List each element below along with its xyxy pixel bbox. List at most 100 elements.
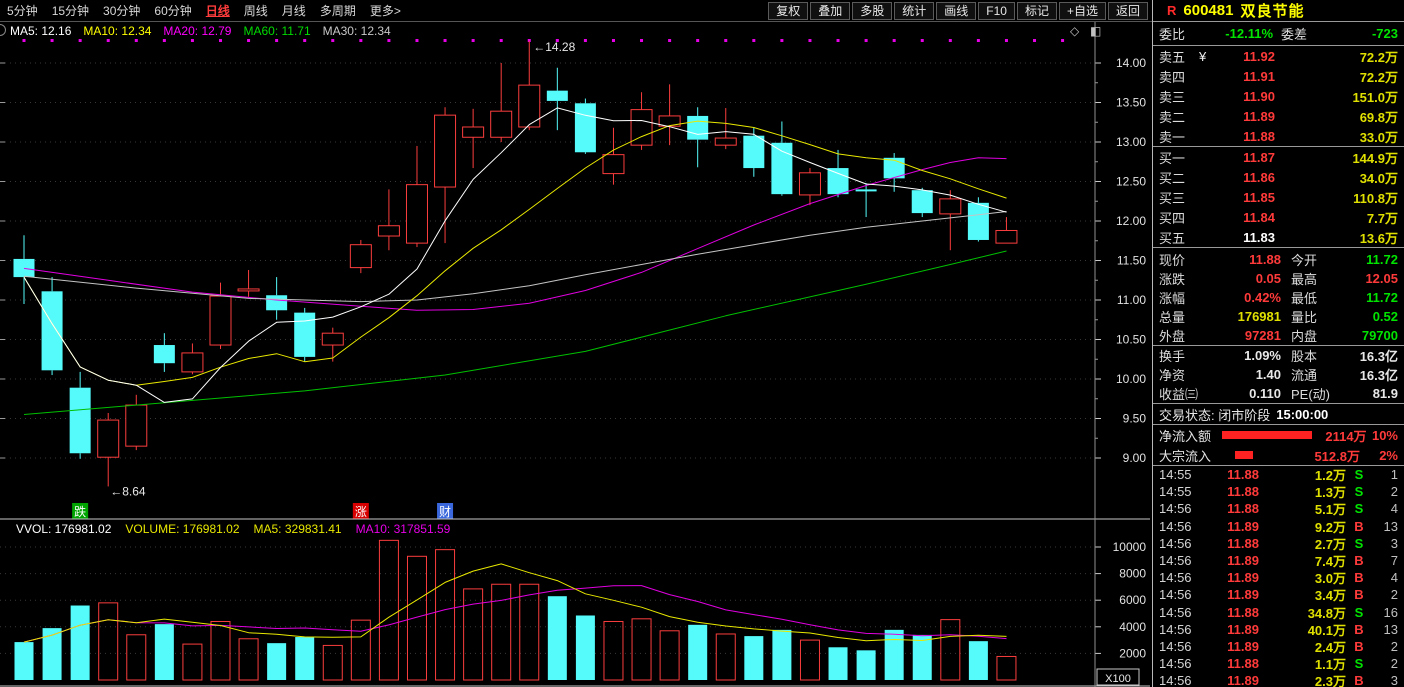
period-tab-2[interactable]: 15分钟 [45, 2, 96, 19]
quote-panel: R 600481 双良节能 委比 -12.11% 委差 -723 卖五¥11.9… [1152, 0, 1404, 687]
tick-list[interactable]: 14:5511.881.2万S114:5511.881.3万S214:5611.… [1153, 466, 1404, 687]
svg-text:财: 财 [439, 505, 451, 519]
info-row: 外盘97281内盘79700 [1153, 326, 1404, 345]
level-price: 11.89 [1211, 109, 1275, 124]
volume-indicator-row: VVOL: 176981.02VOLUME: 176981.02MA5: 329… [16, 522, 464, 535]
level-amount: 69.8万 [1275, 107, 1398, 126]
svg-text:11.50: 11.50 [1117, 254, 1146, 268]
flow-bar [1235, 451, 1253, 459]
tick-row: 14:5611.882.7万S3 [1153, 535, 1404, 552]
stock-name: 双良节能 [1240, 0, 1304, 21]
toolbar-button-3[interactable]: 多股 [852, 2, 892, 20]
stock-code: 600481 [1183, 2, 1233, 19]
svg-text:9.50: 9.50 [1123, 412, 1147, 426]
level-label: 买二 [1159, 168, 1199, 187]
svg-text:14.00: 14.00 [1116, 56, 1146, 70]
ask-row[interactable]: 卖一 11.8833.0万 [1153, 126, 1404, 146]
diamond-icon[interactable]: ◇ [1070, 24, 1079, 38]
tick-row: 14:5511.881.3万S2 [1153, 483, 1404, 500]
ask-row[interactable]: 卖四11.9172.2万 [1153, 66, 1404, 86]
level-amount: 72.2万 [1275, 47, 1398, 66]
tick-row: 14:5611.893.4万B2 [1153, 586, 1404, 603]
split-panel-icon[interactable]: ◧ [1090, 24, 1101, 38]
bid-row[interactable]: 买二11.8634.0万 [1153, 167, 1404, 187]
bid-row[interactable]: 买四11.847.7万 [1153, 207, 1404, 227]
indicator-value: MA30: 12.34 [323, 24, 391, 38]
level-price: 11.85 [1211, 190, 1275, 205]
period-tab-1[interactable]: 5分钟 [0, 2, 45, 19]
level-price: 11.88 [1211, 129, 1275, 144]
toolbar-button-4[interactable]: 统计 [894, 2, 934, 20]
status-label: 交易状态: 闭市阶段 [1159, 405, 1270, 424]
level-price: 11.84 [1211, 210, 1275, 225]
level-amount: 72.2万 [1275, 67, 1398, 86]
level-label: 卖五 [1159, 47, 1199, 66]
tick-row: 14:5611.899.2万B13 [1153, 518, 1404, 535]
bid-row[interactable]: 买一11.87144.9万 [1153, 147, 1404, 167]
svg-text:8000: 8000 [1119, 567, 1146, 581]
ask-row[interactable]: 卖三11.90151.0万 [1153, 86, 1404, 106]
status-time: 15:00:00 [1276, 407, 1328, 422]
info-row: 涨跌0.05最高12.05 [1153, 269, 1404, 288]
level-price: 11.87 [1211, 150, 1275, 165]
info-row: 涨幅0.42%最低11.72 [1153, 288, 1404, 307]
tick-row: 14:5611.897.4万B7 [1153, 552, 1404, 569]
period-tab-7[interactable]: 月线 [275, 2, 313, 19]
svg-text:10.50: 10.50 [1116, 333, 1146, 347]
tick-row: 14:5611.8834.8万S16 [1153, 604, 1404, 621]
yuan-tag-icon: ¥ [1199, 49, 1211, 64]
period-tab-5[interactable]: 日线 [199, 2, 237, 19]
period-tab-6[interactable]: 周线 [237, 2, 275, 19]
period-tab-8[interactable]: 多周期 [313, 2, 363, 19]
period-tab-3[interactable]: 30分钟 [96, 2, 147, 19]
weicha-label: 委差 [1281, 24, 1325, 43]
weibi-value: -12.11% [1203, 26, 1273, 41]
bid-row[interactable]: 买三11.85110.8万 [1153, 187, 1404, 207]
toolbar-button-1[interactable]: 复权 [768, 2, 808, 20]
chart-side: 14.0013.5013.0012.5012.0011.5011.0010.50… [0, 0, 1152, 687]
period-tab-9[interactable]: 更多> [363, 2, 408, 19]
indicator-value: MA5: 329831.41 [254, 522, 342, 536]
weibi-label: 委比 [1159, 24, 1203, 43]
fundamental-info-grid: 换手1.09%股本16.3亿净资1.40流通16.3亿收益㈢0.110PE(动)… [1153, 346, 1404, 404]
toolbar-button-2[interactable]: 叠加 [810, 2, 850, 20]
tick-row: 14:5611.8940.1万B13 [1153, 621, 1404, 638]
candlestick-chart[interactable]: 14.0013.5013.0012.5012.0011.5011.0010.50… [0, 0, 1152, 687]
toolbar-button-9[interactable]: 返回 [1108, 2, 1148, 20]
svg-text:13.50: 13.50 [1116, 96, 1146, 110]
svg-text:跌: 跌 [74, 504, 86, 519]
tick-row: 14:5611.885.1万S4 [1153, 500, 1404, 517]
ask-row[interactable]: 卖二11.8969.8万 [1153, 106, 1404, 126]
toolbar-button-8[interactable]: +自选 [1059, 2, 1106, 20]
ma-indicator-row: MA5: 12.16MA10: 12.34MA20: 12.79MA60: 11… [10, 24, 403, 37]
indicator-value: MA10: 317851.59 [356, 522, 451, 536]
svg-text:12.50: 12.50 [1116, 175, 1146, 189]
stock-title[interactable]: R 600481 双良节能 [1153, 0, 1404, 22]
svg-text:12.00: 12.00 [1116, 214, 1146, 228]
svg-text:10000: 10000 [1113, 540, 1147, 554]
period-tab-4[interactable]: 60分钟 [147, 2, 198, 19]
svg-text:X100: X100 [1105, 673, 1131, 685]
toolbar-button-6[interactable]: F10 [978, 2, 1015, 20]
indicator-value: MA60: 11.71 [243, 24, 310, 38]
tick-row: 14:5611.892.4万B2 [1153, 638, 1404, 655]
level-label: 卖四 [1159, 67, 1199, 86]
money-flow-row: 净流入额2114万10% [1153, 425, 1404, 445]
level-label: 卖三 [1159, 87, 1199, 106]
svg-text:←14.28: ←14.28 [533, 40, 575, 54]
level-label: 卖一 [1159, 127, 1199, 146]
price-info-grid: 现价11.88今开11.72涨跌0.05最高12.05涨幅0.42%最低11.7… [1153, 248, 1404, 346]
r-flag: R [1167, 3, 1176, 18]
toolbar-button-5[interactable]: 画线 [936, 2, 976, 20]
level-amount: 33.0万 [1275, 127, 1398, 146]
svg-text:10.00: 10.00 [1116, 372, 1146, 386]
info-row: 总量176981量比0.52 [1153, 307, 1404, 326]
level-amount: 13.6万 [1275, 228, 1398, 247]
indicator-value: VOLUME: 176981.02 [125, 522, 239, 536]
tick-row: 14:5511.881.2万S1 [1153, 466, 1404, 483]
bid-row[interactable]: 买五11.8313.6万 [1153, 227, 1404, 247]
level-label: 买一 [1159, 148, 1199, 167]
svg-text:9.00: 9.00 [1123, 451, 1147, 465]
ask-row[interactable]: 卖五¥11.9272.2万 [1153, 46, 1404, 66]
toolbar-button-7[interactable]: 标记 [1017, 2, 1057, 20]
